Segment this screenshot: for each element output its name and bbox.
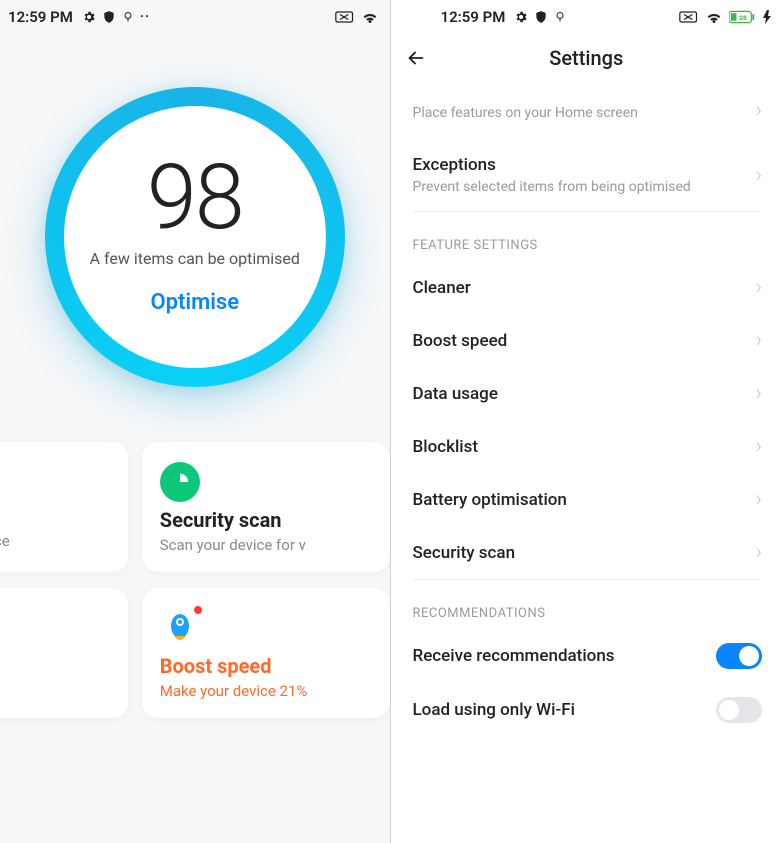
chevron-right-icon: › [755,540,762,565]
row-scan-label: Security scan [413,543,746,563]
security-app-pane: 12:59 PM ·· 98 A few items can be optimi… [0,0,390,843]
row-boost-speed[interactable]: Boost speed › [391,314,782,367]
card-cleaner-title: aner [0,504,110,528]
location-icon [122,10,134,24]
row-cleaner-label: Cleaner [413,278,746,298]
card-boost-title: Boost speed [160,654,372,678]
row-receive-recommendations[interactable]: Receive recommendations [391,629,782,683]
card-scan-sub: Scan your device for v [160,536,372,554]
row-receive-label: Receive recommendations [413,646,707,666]
chevron-right-icon: › [755,98,762,123]
card-cleaner-sub: of storage space [0,532,110,550]
card-battery[interactable]: tery n until full [0,588,128,718]
card-battery-sub: n until full [0,678,110,696]
settings-title: Settings [405,46,769,70]
gear-icon [82,10,96,24]
card-scan-title: Security scan [160,508,372,532]
status-bar-right: 12:59 PM 28 [391,0,782,34]
nosim-icon [335,10,355,24]
scan-icon [160,462,200,502]
toggle-receive-recommendations[interactable] [716,643,762,669]
score-value: 98 [147,153,243,243]
row-blocklist[interactable]: Blocklist › [391,420,782,473]
chevron-right-icon: › [755,163,762,188]
row-home-shortcut[interactable]: Place features on your Home screen › [391,82,782,139]
status-time: 12:59 PM [8,8,73,26]
row-wifi-only[interactable]: Load using only Wi-Fi [391,683,782,737]
row-exceptions[interactable]: Exceptions Prevent selected items from b… [391,139,782,211]
row-exceptions-label: Exceptions [413,155,746,175]
chevron-right-icon: › [755,487,762,512]
chevron-right-icon: › [755,275,762,300]
row-battery-optimisation[interactable]: Battery optimisation › [391,473,782,526]
shield-icon [534,10,548,24]
chevron-right-icon: › [755,381,762,406]
row-security-scan[interactable]: Security scan › [391,526,782,579]
svg-text:28: 28 [739,14,747,22]
status-time: 12:59 PM [441,8,506,26]
card-cleaner[interactable]: aner of storage space [0,442,128,572]
row-home-desc: Place features on your Home screen [413,105,746,121]
card-security-scan[interactable]: Security scan Scan your device for v [142,442,390,572]
location-icon [554,10,566,24]
row-block-label: Blocklist [413,437,746,457]
wifi-icon [705,10,723,24]
card-boost-sub: Make your device 21% [160,682,372,700]
chevron-right-icon: › [755,328,762,353]
notification-dot-icon [194,606,202,614]
row-data-label: Data usage [413,384,746,404]
chevron-right-icon: › [755,434,762,459]
row-wifi-label: Load using only Wi-Fi [413,700,707,720]
wifi-icon [361,10,379,24]
row-boost-label: Boost speed [413,331,746,351]
row-cleaner[interactable]: Cleaner › [391,261,782,314]
settings-pane: 12:59 PM 28 Settings Place features on y… [391,0,782,843]
score-subtitle: A few items can be optimised [90,249,300,268]
toggle-wifi-only[interactable] [716,697,762,723]
card-boost-speed[interactable]: Boost speed Make your device 21% [142,588,390,718]
shield-icon [102,10,116,24]
row-batt-label: Battery optimisation [413,490,746,510]
card-battery-title: tery [0,650,110,674]
rocket-icon [160,608,200,648]
row-data-usage[interactable]: Data usage › [391,367,782,420]
status-bar-left: 12:59 PM ·· [0,0,390,34]
gear-icon [514,10,528,24]
nosim-icon [679,10,699,24]
optimise-button[interactable]: Optimise [150,290,239,315]
row-exceptions-desc: Prevent selected items from being optimi… [413,179,746,195]
battery-icon: 28 [729,10,757,24]
dots-icon: ·· [140,9,150,25]
section-recommendations: RECOMMENDATIONS [391,580,782,629]
charging-icon [763,10,771,24]
settings-header: Settings [391,34,782,82]
score-ring: 98 A few items can be optimised Optimise [30,72,360,402]
section-feature-settings: FEATURE SETTINGS [391,212,782,261]
